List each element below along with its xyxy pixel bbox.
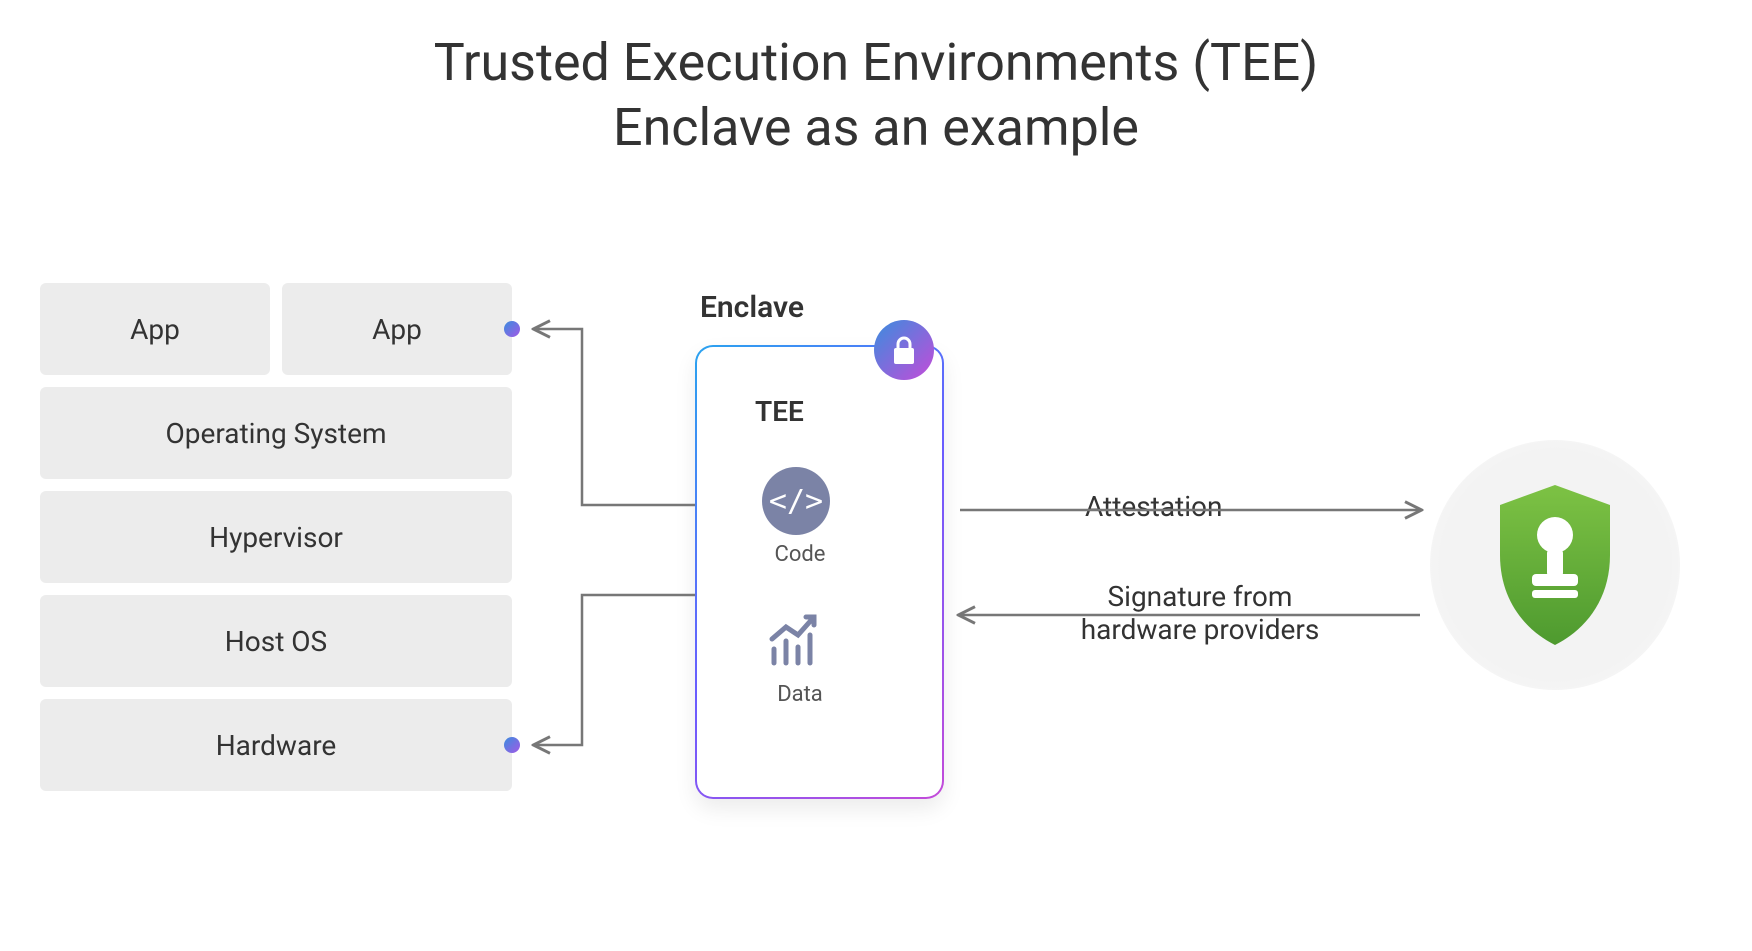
stack-hardware: Hardware [40,699,512,791]
stack-hardware-label: Hardware [216,729,337,762]
shield-stamp-icon [1490,480,1620,650]
endpoint-app-dot [504,321,520,337]
stack-app-2: App [282,283,512,375]
svg-text:</>: </> [769,484,823,519]
data-label: Data [770,682,830,707]
enclave-box [695,345,944,799]
title-line-2: Enclave as an example [613,97,1139,158]
diagram-canvas: Trusted Execution Environments (TEE) Enc… [0,0,1752,951]
title-line-1: Trusted Execution Environments (TEE) [434,32,1319,93]
stack-app-1: App [40,283,270,375]
stack-app-1-label: App [130,313,180,346]
data-chart-icon [760,605,832,677]
endpoint-hardware-dot [504,737,520,753]
lock-icon [872,318,936,382]
enclave-label: Enclave [700,290,804,325]
signature-label: Signature from hardware providers [1030,580,1370,646]
code-icon: </> [760,465,832,537]
stack-host-os: Host OS [40,595,512,687]
stack-os-label: Operating System [166,417,387,450]
tee-label: TEE [755,395,804,428]
stack-operating-system: Operating System [40,387,512,479]
attestation-label: Attestation [1085,490,1222,523]
signature-line-1: Signature from [1108,580,1293,613]
connector-enclave-to-hardware [535,595,695,745]
stack-app-2-label: App [372,313,422,346]
connector-enclave-to-app [535,329,695,505]
diagram-title: Trusted Execution Environments (TEE) Enc… [0,30,1752,160]
stack-hypervisor: Hypervisor [40,491,512,583]
signature-line-2: hardware providers [1081,613,1320,646]
stack-host-os-label: Host OS [225,625,327,658]
code-label: Code [770,542,830,567]
stack-hypervisor-label: Hypervisor [209,521,343,554]
